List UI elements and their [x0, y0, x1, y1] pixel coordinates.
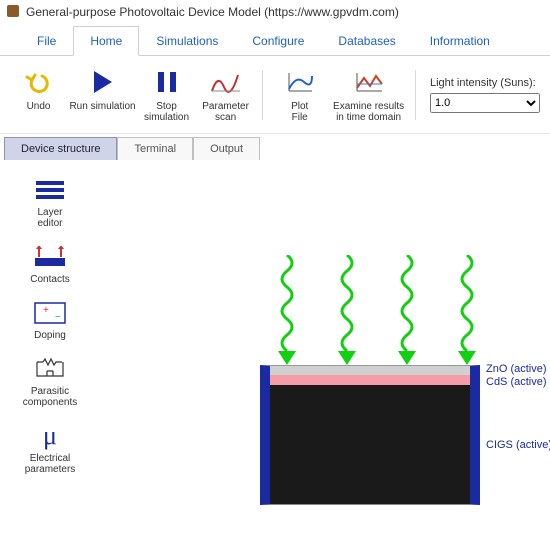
- light-intensity-block: Light intensity (Suns): 1.0: [424, 77, 540, 113]
- light-intensity-label: Light intensity (Suns):: [430, 77, 540, 89]
- sidebar-item-parasitic[interactable]: Parasitic components: [14, 355, 86, 408]
- subtab-terminal[interactable]: Terminal: [117, 137, 193, 160]
- parameter-scan-button[interactable]: Parameter scan: [197, 62, 254, 128]
- plot-label: Plot File: [291, 101, 308, 123]
- subtab-output[interactable]: Output: [193, 137, 260, 160]
- sidebar-item-electrical[interactable]: μ Electrical parameters: [14, 422, 86, 475]
- subtabs: Device structure Terminal Output: [0, 134, 550, 160]
- light-wave-icon: [332, 255, 362, 365]
- undo-label: Undo: [27, 101, 51, 112]
- menutab-simulations[interactable]: Simulations: [139, 26, 235, 55]
- plot-file-button[interactable]: Plot File: [271, 62, 328, 128]
- device-stack: [260, 365, 480, 505]
- play-icon: [85, 66, 121, 98]
- menutab-file[interactable]: File: [20, 26, 73, 55]
- plot-icon: [282, 66, 318, 98]
- undo-icon: [21, 66, 57, 98]
- sidebar-label: Doping: [34, 330, 66, 341]
- light-wave-icon: [452, 255, 482, 365]
- layer-cigs: [260, 385, 480, 505]
- pause-icon: [149, 66, 185, 98]
- titlebar: General-purpose Photovoltaic Device Mode…: [0, 0, 550, 24]
- scan-label: Parameter scan: [202, 101, 249, 123]
- sidebar-label: Layer editor: [37, 207, 62, 229]
- device-canvas: ZnO (active) CdS (active) CIGS (active): [100, 160, 550, 541]
- stop-label: Stop simulation: [144, 101, 189, 123]
- examine-label: Examine results in time domain: [333, 101, 404, 123]
- light-intensity-select[interactable]: 1.0: [430, 93, 540, 113]
- layer-label-cigs: CIGS (active): [486, 439, 550, 452]
- sidebar-label: Contacts: [30, 274, 69, 285]
- menubar: File Home Simulations Configure Database…: [0, 24, 550, 56]
- mu-icon: μ: [32, 422, 68, 450]
- contacts-icon: [32, 243, 68, 271]
- sidebar: Layer editor Contacts +− Doping Parasiti…: [0, 160, 100, 541]
- layer-labels: ZnO (active) CdS (active) CIGS (active): [486, 363, 550, 452]
- layers-icon: [32, 176, 68, 204]
- circuit-icon: [32, 355, 68, 383]
- window-title: General-purpose Photovoltaic Device Mode…: [26, 5, 399, 19]
- layer-label-cds: CdS (active): [486, 376, 550, 389]
- menutab-home[interactable]: Home: [73, 26, 139, 56]
- menutab-configure[interactable]: Configure: [235, 26, 321, 55]
- layer-zno: [260, 365, 480, 375]
- ribbon-separator: [415, 70, 416, 120]
- sidebar-item-layer-editor[interactable]: Layer editor: [14, 176, 86, 229]
- workarea: Layer editor Contacts +− Doping Parasiti…: [0, 160, 550, 541]
- svg-text:−: −: [55, 312, 61, 323]
- menutab-information[interactable]: Information: [413, 26, 507, 55]
- ribbon-separator: [262, 70, 263, 120]
- light-waves-icon: [272, 255, 482, 365]
- sidebar-label: Electrical parameters: [25, 453, 76, 475]
- doping-icon: +−: [32, 299, 68, 327]
- subtab-device-structure[interactable]: Device structure: [4, 137, 117, 160]
- sidebar-item-doping[interactable]: +− Doping: [14, 299, 86, 341]
- light-wave-icon: [392, 255, 422, 365]
- stop-simulation-button[interactable]: Stop simulation: [138, 62, 195, 128]
- scan-icon: [208, 66, 244, 98]
- ribbon: Undo Run simulation Stop simulation Para…: [0, 56, 550, 134]
- sidebar-item-contacts[interactable]: Contacts: [14, 243, 86, 285]
- undo-button[interactable]: Undo: [10, 62, 67, 128]
- svg-text:+: +: [43, 305, 49, 316]
- run-simulation-button[interactable]: Run simulation: [69, 62, 136, 128]
- app-icon: [6, 4, 20, 21]
- examine-results-button[interactable]: Examine results in time domain: [330, 62, 407, 128]
- layer-cds: [260, 375, 480, 385]
- menutab-databases[interactable]: Databases: [321, 26, 412, 55]
- sidebar-label: Parasitic components: [23, 386, 77, 408]
- layer-label-zno: ZnO (active): [486, 363, 550, 376]
- examine-icon: [351, 66, 387, 98]
- run-label: Run simulation: [69, 101, 135, 112]
- light-wave-icon: [272, 255, 302, 365]
